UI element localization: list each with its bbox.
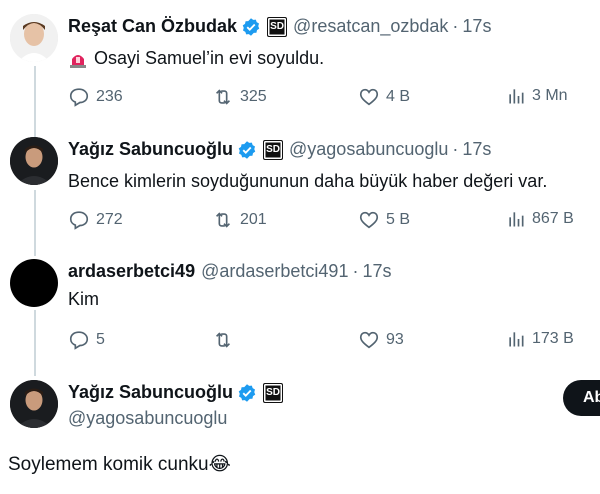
retweet-button[interactable]	[212, 329, 240, 351]
views-button[interactable]: 173 B	[506, 329, 574, 349]
tweet-focused[interactable]: Yağız Sabuncuoğlu SD @yagosabuncuoglu	[0, 380, 600, 440]
like-count: 5 B	[386, 211, 411, 228]
views-count: 173 B	[532, 330, 574, 347]
affiliate-badge-icon: SD	[267, 16, 288, 37]
heart-icon	[359, 88, 379, 106]
police-siren-icon	[68, 49, 88, 69]
tweet-time[interactable]: 17s	[462, 139, 491, 160]
avatar[interactable]	[10, 14, 58, 62]
reply-count: 236	[96, 88, 123, 105]
author-handle[interactable]: @yagosabuncuoglu	[68, 408, 227, 429]
retweet-icon	[215, 212, 231, 228]
tweet[interactable]: Reşat Can Özbudak SD @resatcan_ozbdak · …	[0, 14, 600, 124]
tweet-text: Osayi Samuel’in evi soyuldu.	[94, 48, 325, 68]
reply-icon	[69, 211, 89, 230]
reply-button[interactable]: 272	[68, 209, 123, 231]
affiliate-badge-icon: SD	[263, 382, 284, 403]
separator-dot: ·	[452, 139, 459, 159]
author-name[interactable]: Reşat Can Özbudak	[68, 16, 237, 37]
like-button[interactable]: 4 B	[358, 86, 410, 108]
avatar[interactable]	[10, 137, 58, 185]
heart-icon	[359, 331, 379, 349]
tweet-text: Kim	[68, 289, 99, 309]
reply-count: 272	[96, 211, 123, 228]
reply-button[interactable]: 236	[68, 86, 123, 108]
views-button[interactable]: 867 B	[506, 209, 574, 229]
author-name[interactable]: Yağız Sabuncuoğlu	[68, 139, 233, 160]
tweet-time[interactable]: 17s	[462, 16, 491, 37]
tweet-text: Bence kimlerin soyduğununun daha büyük h…	[68, 171, 548, 191]
views-icon	[509, 89, 524, 104]
like-count: 93	[386, 331, 404, 348]
retweet-count: 325	[240, 88, 267, 105]
views-icon	[509, 212, 524, 227]
separator-dot: ·	[352, 261, 359, 281]
like-button[interactable]: 5 B	[358, 209, 410, 231]
views-icon	[509, 332, 524, 347]
views-count: 867 B	[532, 210, 574, 227]
like-count: 4 B	[386, 88, 411, 105]
author-name[interactable]: ardaserbetci49	[68, 261, 195, 282]
views-count: 3 Mn	[532, 87, 568, 104]
reply-button[interactable]: 5	[68, 329, 105, 351]
tweet-text: Soylemem komik cunku😂	[8, 454, 231, 475]
views-button[interactable]: 3 Mn	[506, 86, 568, 106]
verified-badge-icon	[237, 140, 257, 160]
reply-count: 5	[96, 331, 105, 348]
avatar[interactable]	[10, 380, 58, 428]
author-name[interactable]: Yağız Sabuncuoğlu	[68, 382, 233, 403]
author-handle[interactable]: @yagosabuncuoglu	[289, 139, 448, 160]
retweet-count: 201	[240, 211, 267, 228]
reply-icon	[69, 88, 89, 107]
separator-dot: ·	[452, 16, 459, 36]
reply-icon	[69, 331, 89, 350]
verified-badge-icon	[237, 383, 257, 403]
heart-icon	[359, 211, 379, 229]
tweet[interactable]: ardaserbetci49 @ardaserbetci491 · 17s Ki…	[0, 259, 600, 369]
avatar[interactable]	[10, 259, 58, 307]
tweet[interactable]: Yağız Sabuncuoğlu SD @yagosabuncuoglu · …	[0, 137, 600, 247]
verified-badge-icon	[241, 17, 261, 37]
like-button[interactable]: 93	[358, 329, 404, 351]
retweet-icon	[215, 89, 231, 105]
affiliate-badge-icon: SD	[263, 139, 284, 160]
author-handle[interactable]: @ardaserbetci491	[201, 261, 348, 282]
retweet-button[interactable]: 325	[212, 86, 267, 108]
retweet-button[interactable]: 201	[212, 209, 267, 231]
tweet-time[interactable]: 17s	[362, 261, 391, 282]
author-handle[interactable]: @resatcan_ozbdak	[293, 16, 448, 37]
retweet-icon	[215, 332, 231, 348]
follow-button[interactable]: Ab	[563, 380, 600, 416]
